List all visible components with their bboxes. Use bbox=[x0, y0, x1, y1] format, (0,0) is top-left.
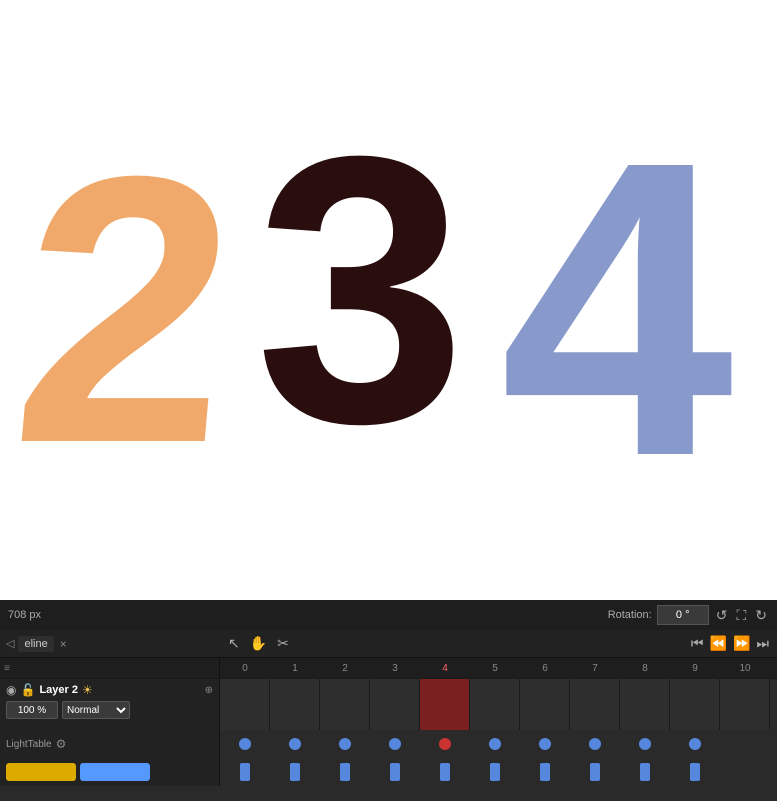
tick-5: 5 bbox=[470, 663, 520, 674]
tick-9: 9 bbox=[670, 663, 720, 674]
timeline-left-icon: ◁ bbox=[6, 637, 14, 650]
cb-marker-2[interactable] bbox=[340, 763, 350, 781]
cell-2[interactable] bbox=[320, 679, 370, 730]
cell-8[interactable] bbox=[620, 679, 670, 730]
cell-6[interactable] bbox=[520, 679, 570, 730]
nav-controls: ⏮ ⏪ ⏩ ⏭ bbox=[689, 633, 777, 654]
keyframe-4-active[interactable] bbox=[439, 738, 451, 750]
timeline-tools: ↖ ✋ ✂ bbox=[220, 633, 297, 654]
cells-track bbox=[220, 679, 777, 730]
prev-keyframe-button[interactable]: ⏪ bbox=[708, 633, 729, 654]
timeline-cells[interactable] bbox=[220, 679, 777, 730]
layer-name-row: ◉ 🔓 Layer 2 ☀ ⊕ bbox=[6, 683, 213, 697]
cb-marker-4[interactable] bbox=[440, 763, 450, 781]
timeline-tab[interactable]: eline bbox=[18, 636, 53, 652]
color-swatch-blue[interactable] bbox=[80, 763, 150, 781]
cb-timeline[interactable] bbox=[220, 758, 777, 786]
layer-visibility-icon[interactable]: ◉ bbox=[6, 683, 16, 697]
keyframe-0[interactable] bbox=[239, 738, 251, 750]
canvas-area: 2 3 4 bbox=[0, 0, 777, 600]
keyframe-9[interactable] bbox=[689, 738, 701, 750]
keyframe-8[interactable] bbox=[639, 738, 651, 750]
cell-10[interactable] bbox=[720, 679, 770, 730]
cell-5[interactable] bbox=[470, 679, 520, 730]
next-keyframe-button[interactable]: ⏩ bbox=[731, 633, 752, 654]
number-2: 2 bbox=[3, 120, 248, 500]
zoom-button[interactable]: 100 % bbox=[6, 701, 58, 719]
timeline-header: ◁ eline × ↖ ✋ ✂ ⏮ ⏪ ⏩ ⏭ bbox=[0, 630, 777, 658]
rotation-group: Rotation: ↺ ⛶ ↻ bbox=[608, 605, 769, 626]
ruler-spacer-icon: ≡ bbox=[4, 663, 10, 674]
tick-6: 6 bbox=[520, 663, 570, 674]
layer-extra-icon: ⊕ bbox=[205, 685, 213, 696]
color-swatch-yellow[interactable] bbox=[6, 763, 76, 781]
cb-marker-1[interactable] bbox=[290, 763, 300, 781]
timeline-tab-area: ◁ eline × bbox=[0, 636, 220, 652]
cb-marker-7[interactable] bbox=[590, 763, 600, 781]
cell-0[interactable] bbox=[220, 679, 270, 730]
reset-rotation-icon[interactable]: ↺ bbox=[714, 605, 730, 626]
px-label: 708 px bbox=[8, 609, 41, 621]
cb-marker-0[interactable] bbox=[240, 763, 250, 781]
keyframe-7[interactable] bbox=[589, 738, 601, 750]
rotation-label: Rotation: bbox=[608, 609, 652, 621]
keyframe-1[interactable] bbox=[289, 738, 301, 750]
expand-icon[interactable]: ⛶ bbox=[734, 605, 748, 626]
layer-sun-icon: ☀ bbox=[82, 683, 93, 697]
cell-4[interactable] bbox=[420, 679, 470, 730]
next-frame-button[interactable]: ⏭ bbox=[754, 633, 771, 654]
cb-marker-6[interactable] bbox=[540, 763, 550, 781]
layer-controls-row: 100 % Normal Multiply Screen Overlay bbox=[6, 701, 213, 719]
cb-marker-3[interactable] bbox=[390, 763, 400, 781]
cell-1[interactable] bbox=[270, 679, 320, 730]
kf-track[interactable] bbox=[220, 730, 777, 758]
select-tool-button[interactable]: ↖ bbox=[224, 633, 244, 654]
rotation-input[interactable] bbox=[657, 605, 709, 625]
settings-icon[interactable]: ⚙ bbox=[56, 737, 67, 751]
tick-7: 7 bbox=[570, 663, 620, 674]
kf-left-spacer: LightTable ⚙ bbox=[0, 730, 220, 758]
keyframe-row: LightTable ⚙ bbox=[0, 730, 777, 758]
cell-3[interactable] bbox=[370, 679, 420, 730]
timeline-tab-close[interactable]: × bbox=[60, 638, 67, 650]
keyframe-5[interactable] bbox=[489, 738, 501, 750]
blend-mode-select[interactable]: Normal Multiply Screen Overlay bbox=[62, 701, 130, 719]
layer-name-label: Layer 2 bbox=[39, 684, 78, 696]
ruler-left-spacer: ≡ bbox=[0, 658, 220, 678]
keyframe-2[interactable] bbox=[339, 738, 351, 750]
layer-controls: ◉ 🔓 Layer 2 ☀ ⊕ 100 % Normal Multiply Sc… bbox=[0, 679, 220, 730]
number-3: 3 bbox=[255, 100, 466, 480]
hand-tool-button[interactable]: ✋ bbox=[246, 633, 271, 654]
cb-left-spacer bbox=[0, 758, 220, 786]
ruler-numbers: 0 1 2 3 4 5 6 7 8 9 10 bbox=[220, 658, 777, 678]
cb-marker-5[interactable] bbox=[490, 763, 500, 781]
cb-marker-9[interactable] bbox=[690, 763, 700, 781]
ruler-row: ≡ 0 1 2 3 4 5 6 7 8 9 10 bbox=[0, 658, 777, 678]
layer-lock-icon[interactable]: 🔓 bbox=[20, 683, 35, 697]
colorbar-row bbox=[0, 758, 777, 786]
lighttable-label: LightTable bbox=[6, 739, 52, 750]
top-bar: 708 px Rotation: ↺ ⛶ ↻ bbox=[0, 600, 777, 630]
cell-7[interactable] bbox=[570, 679, 620, 730]
tick-10: 10 bbox=[720, 663, 770, 674]
layer-row: ◉ 🔓 Layer 2 ☀ ⊕ 100 % Normal Multiply Sc… bbox=[0, 678, 777, 730]
bottom-panel: 708 px Rotation: ↺ ⛶ ↻ ◁ eline × ↖ ✋ ✂ ⏮… bbox=[0, 600, 777, 801]
number-4: 4 bbox=[500, 100, 734, 520]
cut-tool-button[interactable]: ✂ bbox=[273, 633, 293, 654]
cb-marker-8[interactable] bbox=[640, 763, 650, 781]
tick-8: 8 bbox=[620, 663, 670, 674]
keyframe-6[interactable] bbox=[539, 738, 551, 750]
tick-2: 2 bbox=[320, 663, 370, 674]
tick-3: 3 bbox=[370, 663, 420, 674]
keyframe-3[interactable] bbox=[389, 738, 401, 750]
tick-0: 0 bbox=[220, 663, 270, 674]
tick-4: 4 bbox=[420, 663, 470, 674]
cell-9[interactable] bbox=[670, 679, 720, 730]
tick-1: 1 bbox=[270, 663, 320, 674]
prev-frame-button[interactable]: ⏮ bbox=[689, 633, 706, 654]
refresh-icon[interactable]: ↻ bbox=[753, 605, 769, 626]
